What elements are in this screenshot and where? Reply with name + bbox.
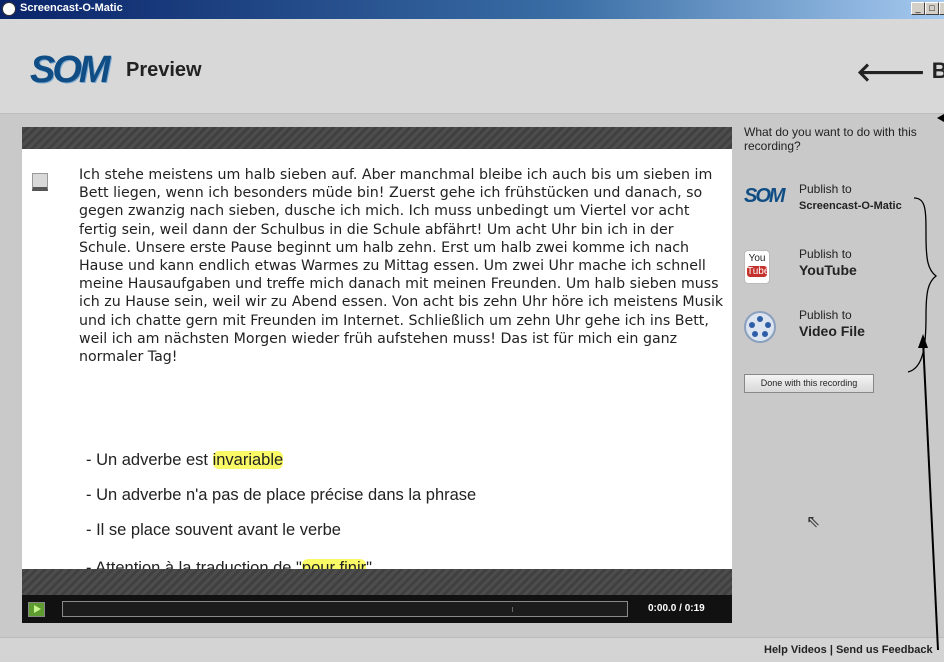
seek-marker	[512, 607, 513, 612]
player-controls: 0:00.0 / 0:19	[22, 595, 732, 623]
publish-target: Video File	[799, 323, 865, 339]
back-label: Back	[931, 58, 944, 83]
highlighted-text: invariable	[212, 451, 284, 469]
publish-target: YouTube	[799, 262, 857, 278]
som-logo-icon: SOM	[744, 185, 786, 207]
window-title: Screencast-O-Matic	[20, 2, 123, 14]
film-reel-icon	[744, 311, 782, 349]
footer-bar: Help Videos | Send us Feedback	[0, 637, 944, 662]
annotation-pointer-arrow	[937, 114, 944, 122]
bullet-text: - Un adverbe est	[86, 451, 213, 469]
help-videos-link[interactable]: Help Videos	[764, 644, 827, 656]
youtube-icon: You Tube	[744, 250, 782, 288]
slide-bullet-1: - Un adverbe est invariable	[86, 451, 284, 470]
back-arrow-icon: 🡐	[856, 57, 926, 87]
video-preview: Ich stehe meistens um halb sieben auf. A…	[22, 127, 732, 623]
slide-content: Ich stehe meistens um halb sieben auf. A…	[22, 149, 732, 577]
preview-top-bar	[22, 127, 732, 149]
back-button[interactable]: 🡐 Back	[856, 57, 944, 88]
window-title-bar: Screencast-O-Matic _ □ x	[0, 0, 944, 19]
feedback-link[interactable]: Send us Feedback	[836, 644, 933, 656]
publish-target: Screencast-O-Matic	[799, 200, 902, 212]
publish-line1: Publish to	[799, 182, 852, 196]
publish-som-option[interactable]: SOM Publish to Screencast-O-Matic	[744, 182, 940, 230]
header-bar: SOM Preview 🡐 Back	[0, 19, 944, 114]
publish-youtube-option[interactable]: You Tube Publish to YouTube	[744, 247, 940, 295]
mouse-pointer-icon: ⇖	[806, 512, 821, 531]
time-display: 0:00.0 / 0:19	[648, 603, 705, 614]
app-icon	[2, 2, 16, 16]
som-logo: SOM	[30, 49, 111, 91]
close-button[interactable]: x	[939, 2, 944, 15]
publish-line1: Publish to	[799, 247, 852, 261]
footer-separator: |	[829, 644, 833, 656]
done-button[interactable]: Done with this recording	[744, 374, 874, 393]
slide-bullet-3: - Il se place souvent avant le verbe	[86, 521, 341, 539]
publish-videofile-option[interactable]: Publish to Video File	[744, 308, 940, 356]
page-title: Preview	[126, 59, 202, 81]
slide-marker-icon	[32, 173, 48, 191]
play-button[interactable]	[28, 602, 45, 617]
maximize-button[interactable]: □	[925, 2, 939, 15]
annotation-arrow-line	[922, 339, 939, 651]
slide-paragraph: Ich stehe meistens um halb sieben auf. A…	[79, 167, 724, 366]
seek-bar[interactable]	[62, 601, 628, 617]
sidebar-question: What do you want to do with this recordi…	[744, 125, 917, 153]
minimize-button[interactable]: _	[911, 2, 925, 15]
slide-bullet-2: - Un adverbe n'a pas de place précise da…	[86, 486, 477, 504]
publish-line1: Publish to	[799, 308, 852, 322]
preview-bottom-bar	[22, 569, 732, 595]
